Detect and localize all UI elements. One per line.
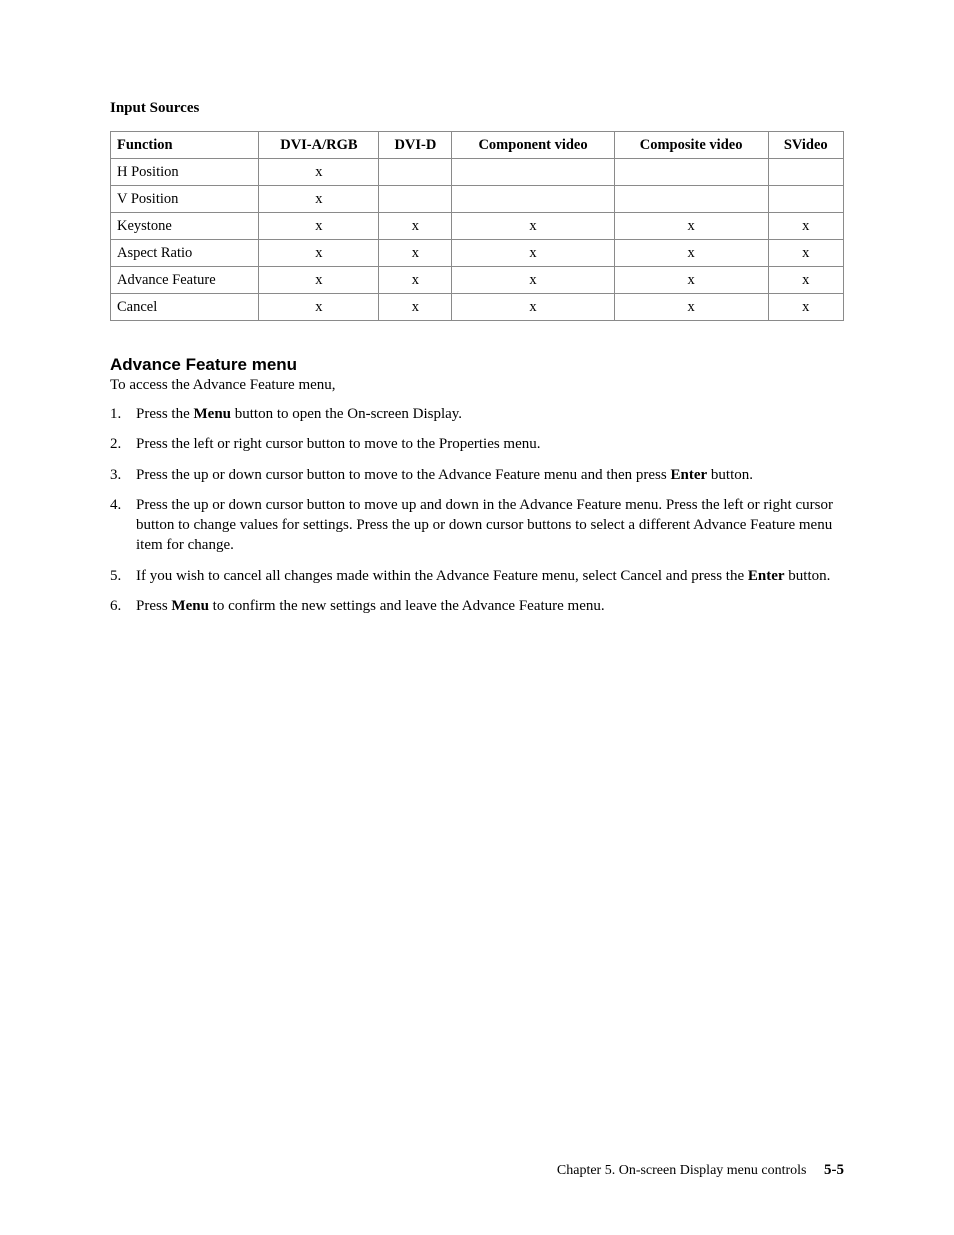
step-text: Press xyxy=(136,598,171,614)
step-text: If you wish to cancel all changes made w… xyxy=(136,568,748,584)
footer-chapter: Chapter 5. On-screen Display menu contro… xyxy=(557,1163,807,1178)
step-bold: Enter xyxy=(670,467,707,483)
table-row: H Position x xyxy=(111,159,844,186)
table-cell: x xyxy=(614,267,768,294)
table-cell: Keystone xyxy=(111,213,259,240)
table-header-row: Function DVI-A/RGB DVI-D Component video… xyxy=(111,132,844,159)
table-cell: x xyxy=(614,294,768,321)
table-cell: x xyxy=(259,159,379,186)
list-item: Press Menu to confirm the new settings a… xyxy=(110,596,844,616)
steps-list: Press the Menu button to open the On-scr… xyxy=(110,404,844,616)
table-cell: x xyxy=(452,294,614,321)
table-cell: x xyxy=(768,267,844,294)
table-header: SVideo xyxy=(768,132,844,159)
list-item: Press the up or down cursor button to mo… xyxy=(110,495,844,556)
table-row: V Position x xyxy=(111,186,844,213)
table-cell: x xyxy=(259,267,379,294)
section-title: Input Sources xyxy=(110,100,844,117)
table-cell: x xyxy=(768,294,844,321)
table-header: Component video xyxy=(452,132,614,159)
list-item: Press the Menu button to open the On-scr… xyxy=(110,404,844,424)
table-cell: x xyxy=(614,213,768,240)
step-text: button to open the On-screen Display. xyxy=(231,406,462,422)
table-cell: V Position xyxy=(111,186,259,213)
table-cell: x xyxy=(379,240,452,267)
table-row: Advance Feature x x x x x xyxy=(111,267,844,294)
table-cell: x xyxy=(452,213,614,240)
table-header: Composite video xyxy=(614,132,768,159)
table-cell: x xyxy=(259,240,379,267)
table-cell xyxy=(614,186,768,213)
table-cell: x xyxy=(379,267,452,294)
table-cell: x xyxy=(379,213,452,240)
input-sources-table: Function DVI-A/RGB DVI-D Component video… xyxy=(110,131,844,321)
table-cell xyxy=(379,186,452,213)
table-cell xyxy=(452,159,614,186)
table-cell xyxy=(452,186,614,213)
table-header: DVI-D xyxy=(379,132,452,159)
table-cell xyxy=(614,159,768,186)
step-text: Press the xyxy=(136,406,194,422)
step-text: button. xyxy=(707,467,753,483)
table-cell xyxy=(379,159,452,186)
table-cell: x xyxy=(768,213,844,240)
step-text: to confirm the new settings and leave th… xyxy=(209,598,605,614)
step-bold: Menu xyxy=(194,406,232,422)
table-row: Aspect Ratio x x x x x xyxy=(111,240,844,267)
step-bold: Menu xyxy=(171,598,209,614)
page-container: Input Sources Function DVI-A/RGB DVI-D C… xyxy=(0,0,954,1235)
table-cell: H Position xyxy=(111,159,259,186)
table-row: Cancel x x x x x xyxy=(111,294,844,321)
table-cell: Aspect Ratio xyxy=(111,240,259,267)
table-cell: Cancel xyxy=(111,294,259,321)
step-text: button. xyxy=(785,568,831,584)
table-cell: x xyxy=(259,186,379,213)
table-row: Keystone x x x x x xyxy=(111,213,844,240)
table-header: DVI-A/RGB xyxy=(259,132,379,159)
list-item: Press the left or right cursor button to… xyxy=(110,434,844,454)
page-footer: Chapter 5. On-screen Display menu contro… xyxy=(557,1162,844,1179)
step-text: Press the left or right cursor button to… xyxy=(136,436,541,452)
table-cell xyxy=(768,159,844,186)
intro-text: To access the Advance Feature menu, xyxy=(110,377,844,394)
table-cell: Advance Feature xyxy=(111,267,259,294)
table-header: Function xyxy=(111,132,259,159)
list-item: If you wish to cancel all changes made w… xyxy=(110,566,844,586)
step-bold: Enter xyxy=(748,568,785,584)
table-cell: x xyxy=(259,213,379,240)
subsection-heading: Advance Feature menu xyxy=(110,355,844,375)
footer-page-number: 5-5 xyxy=(824,1162,844,1178)
table-cell: x xyxy=(452,240,614,267)
table-cell: x xyxy=(768,240,844,267)
step-text: Press the up or down cursor button to mo… xyxy=(136,497,833,554)
step-text: Press the up or down cursor button to mo… xyxy=(136,467,670,483)
table-cell xyxy=(768,186,844,213)
table-cell: x xyxy=(452,267,614,294)
table-cell: x xyxy=(379,294,452,321)
table-cell: x xyxy=(259,294,379,321)
list-item: Press the up or down cursor button to mo… xyxy=(110,465,844,485)
table-cell: x xyxy=(614,240,768,267)
